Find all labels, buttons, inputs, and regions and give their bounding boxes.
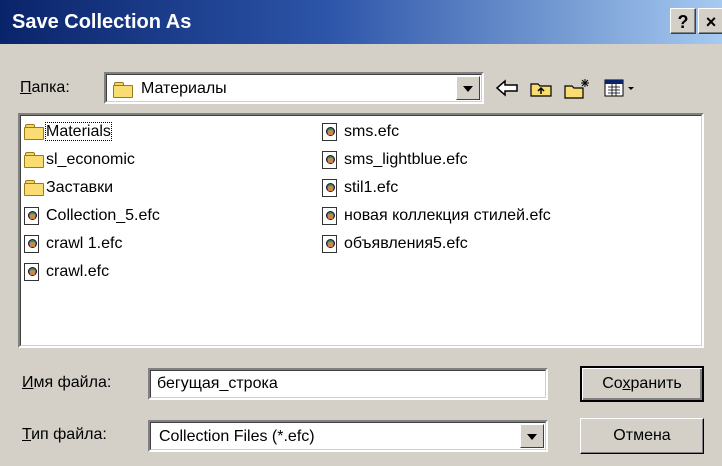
list-item[interactable]: sms_lightblue.efc xyxy=(322,149,468,171)
list-item-label: sl_economic xyxy=(46,151,135,168)
filetype-dropdown[interactable]: Collection Files (*.efc) xyxy=(148,420,548,452)
efc-file-icon xyxy=(24,205,46,227)
chevron-down-icon xyxy=(463,86,473,92)
filename-value[interactable]: бегущая_строка xyxy=(157,375,278,392)
list-item-label: sms.efc xyxy=(344,123,400,140)
help-button[interactable]: ? xyxy=(670,8,696,34)
list-item-label: Materials xyxy=(45,122,112,141)
dialog-title: Save Collection As xyxy=(12,11,192,33)
back-arrow-icon[interactable] xyxy=(494,78,520,100)
list-item-label: crawl 1.efc xyxy=(46,235,123,252)
filetype-value: Collection Files (*.efc) xyxy=(159,428,315,445)
efc-file-icon xyxy=(322,177,344,199)
cancel-button[interactable]: Отмена xyxy=(580,418,704,454)
folder-label: Папка: xyxy=(20,79,70,96)
list-item-label: sms_lightblue.efc xyxy=(344,151,468,168)
title-bar[interactable]: Save Collection As ? × xyxy=(0,0,722,44)
folder-icon xyxy=(113,82,133,98)
filetype-label: Тип файла: xyxy=(22,426,107,443)
list-item-label: Collection_5.efc xyxy=(46,207,160,224)
new-folder-icon[interactable] xyxy=(562,78,592,100)
filetype-dropdown-button[interactable] xyxy=(520,424,544,448)
file-list[interactable]: Materials sl_economic Заставки Collection_5… xyxy=(18,113,704,348)
list-item[interactable]: Заставки xyxy=(24,177,113,199)
list-item-label: Заставки xyxy=(46,179,114,196)
list-item-label: объявления5.efc xyxy=(344,235,468,252)
list-item[interactable]: sms.efc xyxy=(322,121,399,143)
efc-file-icon xyxy=(322,233,344,255)
list-item[interactable]: stil1.efc xyxy=(322,177,398,199)
folder-current-value: Материалы xyxy=(141,80,227,97)
efc-file-icon xyxy=(322,149,344,171)
folder-icon xyxy=(24,177,46,199)
folder-icon xyxy=(24,149,46,171)
list-item[interactable]: Collection_5.efc xyxy=(24,205,160,227)
folder-icon xyxy=(24,121,46,143)
save-collection-dialog: Save Collection As ? × Папка: Материалы … xyxy=(0,0,722,466)
list-item[interactable]: новая коллекция стилей.efc xyxy=(322,205,551,227)
folder-dropdown[interactable]: Материалы xyxy=(104,72,484,104)
list-item[interactable]: crawl 1.efc xyxy=(24,233,122,255)
filename-label: Имя файла: xyxy=(22,374,112,391)
save-button[interactable]: Сохранить xyxy=(580,366,704,402)
chevron-down-icon xyxy=(527,434,537,440)
close-button[interactable]: × xyxy=(698,8,722,34)
list-item[interactable]: crawl.efc xyxy=(24,261,109,283)
efc-file-icon xyxy=(24,233,46,255)
up-folder-icon[interactable] xyxy=(528,78,554,100)
list-item-label: stil1.efc xyxy=(344,179,399,196)
view-menu-icon[interactable] xyxy=(602,78,638,100)
list-item[interactable]: sl_economic xyxy=(24,149,135,171)
list-item-label: новая коллекция стилей.efc xyxy=(344,207,551,224)
list-item[interactable]: Materials xyxy=(24,121,112,143)
efc-file-icon xyxy=(322,205,344,227)
folder-dropdown-button[interactable] xyxy=(456,76,480,100)
efc-file-icon xyxy=(322,121,344,143)
list-item[interactable]: объявления5.efc xyxy=(322,233,468,255)
list-item-label: crawl.efc xyxy=(46,263,110,280)
efc-file-icon xyxy=(24,261,46,283)
filename-input[interactable]: бегущая_строка xyxy=(148,368,548,400)
